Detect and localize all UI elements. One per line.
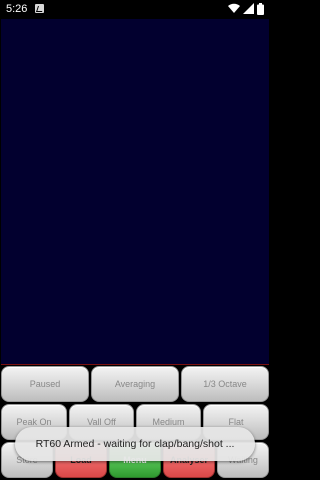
app-notification-icon [35, 4, 44, 13]
signal-icon [242, 3, 254, 14]
octave-button[interactable]: 1/3 Octave [181, 366, 269, 402]
paused-button[interactable]: Paused [1, 366, 89, 402]
averaging-button-label: Averaging [114, 379, 156, 389]
weighting-button-label: Flat [228, 417, 244, 427]
valley-button-label: Vall Off [87, 417, 116, 427]
battery-icon [257, 3, 264, 15]
speed-button-label: Medium [152, 417, 185, 427]
status-bar: 5:26 [0, 0, 270, 19]
wifi-icon [227, 3, 240, 13]
averaging-button[interactable]: Averaging [91, 366, 179, 402]
status-icons [227, 3, 264, 15]
toast-text: RT60 Armed - waiting for clap/bang/shot … [35, 438, 235, 450]
toast-message: RT60 Armed - waiting for clap/bang/shot … [15, 427, 255, 461]
paused-button-label: Paused [29, 379, 61, 389]
status-time: 5:26 [6, 3, 28, 15]
peak-button-label: Peak On [16, 417, 52, 427]
octave-button-label: 1/3 Octave [203, 379, 247, 389]
spectrum-display[interactable] [1, 19, 269, 365]
